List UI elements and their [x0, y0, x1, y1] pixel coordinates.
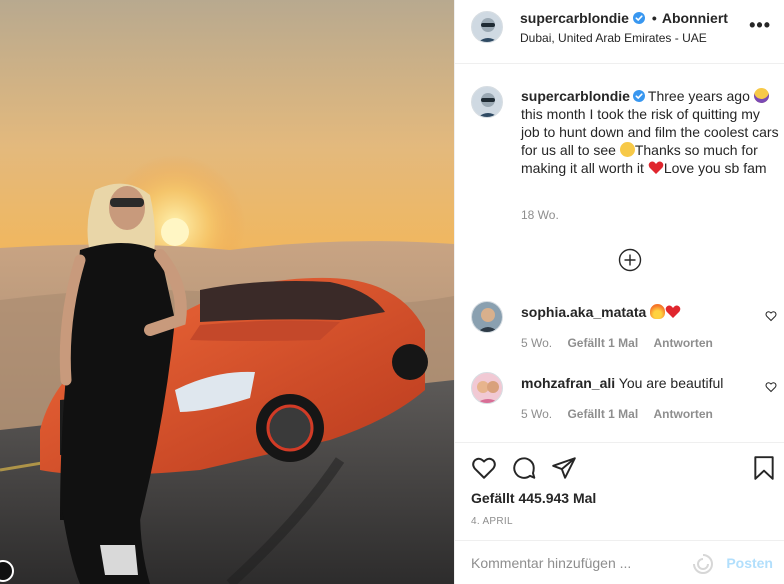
smiling-face-emoji: [619, 142, 635, 157]
face-screaming-emoji: [753, 88, 769, 103]
comment-text: You are beautiful: [618, 375, 724, 391]
load-more-comments-icon[interactable]: [618, 248, 642, 272]
separator-dot: •: [651, 10, 657, 26]
commenter-avatar[interactable]: [471, 372, 503, 404]
comment-icon[interactable]: [511, 455, 537, 481]
comment-likes[interactable]: Gefällt 1 Mal: [567, 336, 638, 350]
more-options-icon[interactable]: •••: [749, 16, 771, 34]
verified-badge-icon: [632, 12, 645, 24]
heart-icon[interactable]: [471, 455, 497, 481]
post-date[interactable]: 4. APRIL: [471, 516, 513, 527]
fire-emoji: [650, 304, 666, 319]
post-header: supercarblondie • Abonniert Dubai, Unite…: [455, 0, 784, 64]
post-actions: Gefällt 445.943 Mal 4. APRIL: [455, 442, 784, 534]
caption-text-4: Love you sb fam: [663, 160, 767, 176]
bookmark-icon[interactable]: [751, 455, 777, 481]
comment-likes[interactable]: Gefällt 1 Mal: [567, 407, 638, 421]
like-comment-heart-icon[interactable]: [765, 381, 777, 393]
commenter-username[interactable]: mohzafran_ali: [521, 375, 615, 391]
comments-scroll-area[interactable]: supercarblondie Three years ago this mont…: [455, 64, 784, 442]
caption-text-1: Three years ago: [647, 88, 750, 104]
caption-time[interactable]: 18 Wo.: [521, 208, 559, 222]
post-photo[interactable]: [0, 0, 454, 584]
photo-scene: [0, 0, 454, 584]
follow-status-button[interactable]: Abonniert: [662, 10, 728, 26]
likes-count[interactable]: Gefällt 445.943 Mal: [471, 490, 596, 506]
add-comment-bar: Posten: [455, 540, 784, 584]
caption-username[interactable]: supercarblondie: [521, 88, 630, 104]
comment-time[interactable]: 5 Wo.: [521, 336, 552, 350]
caption-author-avatar[interactable]: [471, 86, 503, 118]
share-icon[interactable]: [551, 455, 577, 481]
commenter-avatar[interactable]: [471, 301, 503, 333]
commenter-username[interactable]: sophia.aka_matata: [521, 304, 646, 320]
post-comment-button[interactable]: Posten: [726, 555, 773, 571]
post-detail-panel: supercarblondie • Abonniert Dubai, Unite…: [454, 0, 784, 584]
comment-time[interactable]: 5 Wo.: [521, 407, 552, 421]
loading-spinner-icon: [693, 554, 713, 574]
verified-badge-icon: [632, 90, 645, 102]
post-location[interactable]: Dubai, United Arab Emirates - UAE: [520, 31, 707, 45]
post-caption: supercarblondie Three years ago this mont…: [521, 87, 779, 177]
author-username[interactable]: supercarblondie: [520, 10, 629, 26]
red-heart-emoji: [665, 305, 681, 318]
comment-input[interactable]: [471, 555, 691, 571]
author-avatar[interactable]: [471, 11, 503, 43]
like-comment-heart-icon[interactable]: [765, 310, 777, 322]
reply-button[interactable]: Antworten: [654, 336, 713, 350]
reply-button[interactable]: Antworten: [654, 407, 713, 421]
red-heart-emoji: [648, 161, 664, 174]
